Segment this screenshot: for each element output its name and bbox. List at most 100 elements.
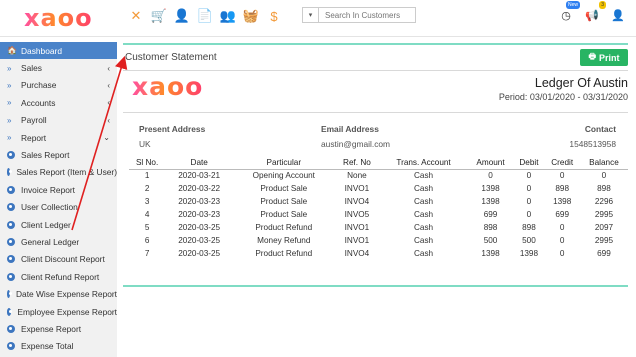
table-cell: Product Sale [260,184,308,193]
print-button[interactable]: 🖶 Print [580,49,628,66]
header-actions: ◷ New 📢 3 👤 [558,1,626,24]
table-cell: Cash [413,171,434,181]
table-cell: Opening Account [252,171,315,181]
app-logo[interactable]: xaoo [24,4,93,32]
column-header: Amount [467,156,514,170]
sidebar-item-general-ledger[interactable]: General Ledger [0,233,117,250]
add-doc-icon[interactable]: 📄 [195,6,215,26]
sidebar-item-sales-report-item-user[interactable]: Sales Report (Item & User) [0,164,117,181]
ledger-title: Ledger Of Austin [534,76,628,90]
clock-icon[interactable]: ◷ New [558,1,580,24]
bottom-rule [123,285,628,287]
divider [123,112,628,113]
sidebar-item-dashboard[interactable]: 🏠 Dashboard [0,42,117,60]
table-cell: 2995 [594,210,614,219]
sidebar-item-label: Payroll [21,115,47,126]
email-block: Email Address austin@gmail.com [321,124,390,149]
table-cell: 2097 [594,223,614,232]
table-cell: 1398 [553,197,572,206]
table-cell: 0 [488,171,493,181]
page-title: Customer Statement [125,52,217,63]
divider [123,70,628,71]
table-row: 2 2020-03-22 Product Sale INVO1 Cash 1398 0 898… [129,182,628,195]
sidebar-item-payroll[interactable]: » Payroll ‹ [0,112,117,129]
basket-add-icon[interactable]: 🧺 [241,6,261,26]
sidebar-item-sales-report[interactable]: Sales Report [0,146,117,163]
sidebar-item-label: Expense Report [21,323,82,334]
circle-arrow-icon [7,255,15,264]
sidebar-item-user-collection[interactable]: User Collection [0,199,117,216]
table-cell: INVO4 [344,249,370,258]
sidebar-item-client-discount-report[interactable]: Client Discount Report [0,251,117,268]
chevron-icon: ‹ [107,63,110,73]
sidebar-item-label: Client Refund Report [21,271,100,282]
sidebar-item-report[interactable]: » Report ⌄ [0,129,117,146]
sidebar-item-client-refund-report[interactable]: Client Refund Report [0,268,117,285]
circle-arrow-icon [7,151,15,160]
sidebar-item-accounts[interactable]: » Accounts ‹ [0,94,117,111]
sidebar-item-label: Sales [21,63,42,74]
table-cell: 2020-03-23 [178,197,221,206]
add-user-icon[interactable]: 👤 [172,6,192,26]
contact-block: Contact 1548513958 [569,124,616,149]
table-cell: 1 [144,171,150,181]
sidebar-item-label: Client Ledger [21,219,71,230]
table-cell: 5 [144,223,150,232]
table-cell: 0 [559,171,565,181]
sidebar-item-purchase[interactable]: » Purchase ‹ [0,77,117,94]
sidebar-item-label: General Ledger [21,236,80,247]
cart-icon[interactable]: 🛒 [149,6,169,26]
sidebar-item-label: Purchase [21,80,57,91]
table-cell: 1398 [519,249,539,258]
table-cell: Cash [413,184,434,193]
sidebar-item-label: Accounts [21,97,56,108]
table-cell: 1398 [481,249,500,258]
present-address-label: Present Address [139,124,206,134]
sidebar-item-expense-report[interactable]: Expense Report [0,320,117,337]
table-cell: Product Refund [255,249,313,258]
top-rule [123,43,628,45]
table-cell: 4 [144,210,150,219]
table-cell: 699 [555,210,570,219]
chevron-icon: ⌄ [103,133,110,143]
table-row: 7 2020-03-25 Product Refund INVO4 Cash 1398 13… [129,247,628,260]
table-cell: 500 [483,236,498,245]
sidebar-item-sales[interactable]: » Sales ‹ [0,59,117,76]
sidebar-item-expense-total[interactable]: Expense Total [0,338,117,355]
dollar-add-icon[interactable]: $ [264,6,284,26]
double-chevron-icon: » [7,133,12,143]
main-content: Customer Statement 🖶 Print xaoo Ledger O… [123,43,630,357]
close-icon[interactable]: ✕ [126,6,146,26]
sidebar-item-client-ledger[interactable]: Client Ledger [0,216,117,233]
double-chevron-icon: » [7,98,12,108]
megaphone-icon[interactable]: 📢 3 [584,1,606,24]
search-box: ▾ [302,7,416,23]
table-cell: 2995 [594,236,614,245]
circle-arrow-icon [7,203,15,212]
user-icon[interactable]: 👤 [610,6,626,24]
logo-text: xaoo [132,72,204,101]
table-cell: 898 [483,223,498,232]
sidebar-item-label: Dashboard [21,45,62,56]
circle-arrow-icon [7,307,13,316]
table-cell: 0 [526,197,532,206]
table-cell: 2020-03-21 [178,171,221,181]
table-cell: 898 [522,223,536,232]
period: Period: 03/01/2020 - 03/31/2020 [498,92,628,102]
column-header: Sl No. [129,156,166,170]
table-cell: Cash [413,249,434,258]
sidebar-item-date-wise-expense-report[interactable]: Date Wise Expense Report [0,285,117,302]
column-header: Ref. No [334,156,380,170]
table-cell: 500 [522,236,536,245]
sidebar-item-label: Report [21,132,47,143]
home-icon: 🏠 [7,46,17,56]
table-cell: INVO1 [344,223,370,232]
table-row: 5 2020-03-25 Product Refund INVO1 Cash 898 898… [129,221,628,234]
search-scope-dropdown[interactable]: ▾ [303,8,319,22]
contact-value: 1548513958 [569,139,616,149]
sidebar-item-employee-expense-report[interactable]: Employee Expense Report [0,303,117,320]
users-add-icon[interactable]: 👥 [218,6,238,26]
search-input[interactable] [319,8,415,22]
sidebar-item-label: Client Discount Report [21,254,105,265]
sidebar-item-invoice-report[interactable]: Invoice Report [0,181,117,198]
